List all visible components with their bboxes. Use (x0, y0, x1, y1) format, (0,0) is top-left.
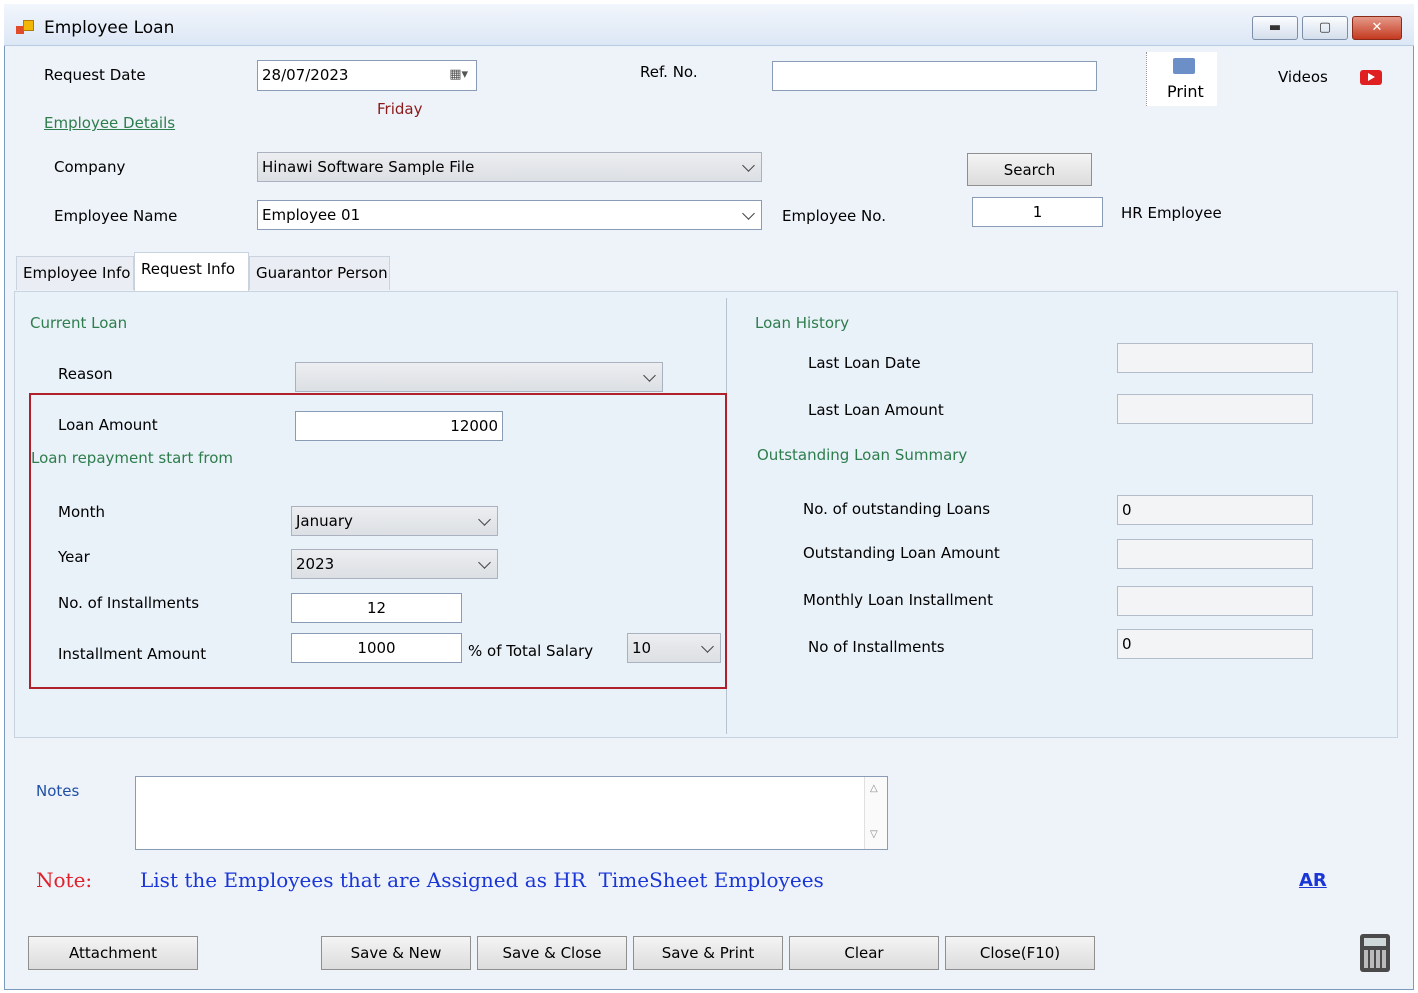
pct-total-salary-select[interactable]: 10 (627, 633, 721, 663)
installments-label: No. of Installments (58, 594, 200, 612)
last-loan-amount-field (1117, 394, 1313, 424)
num-outstanding-loans-label: No. of outstanding Loans (803, 500, 991, 518)
chevron-down-icon (643, 369, 656, 382)
calendar-dropdown-icon[interactable]: ▦▾ (449, 61, 468, 89)
month-value: January (296, 512, 353, 530)
pct-value: 10 (632, 639, 652, 657)
chevron-down-icon (742, 207, 755, 220)
note-text: List the Employees that are Assigned as … (140, 868, 824, 892)
attachment-button[interactable]: Attachment (28, 936, 198, 970)
hr-employee-label: HR Employee (1121, 204, 1222, 222)
print-label: Print (1167, 82, 1204, 101)
employee-name-label: Employee Name (54, 207, 178, 225)
company-select[interactable]: Hinawi Software Sample File (257, 152, 762, 182)
loan-amount-label: Loan Amount (58, 416, 158, 434)
close-window-button[interactable]: ✕ (1352, 16, 1402, 40)
month-select[interactable]: January (291, 506, 498, 536)
company-label: Company (54, 158, 126, 176)
ref-no-input[interactable] (772, 61, 1097, 91)
last-loan-amount-label: Last Loan Amount (808, 401, 944, 419)
year-select[interactable]: 2023 (291, 549, 498, 579)
outstanding-amount-field (1117, 539, 1313, 569)
reason-label: Reason (58, 365, 113, 383)
title-bar[interactable] (4, 4, 1414, 46)
day-name: Friday (377, 100, 423, 118)
maximize-button[interactable]: ▢ (1302, 16, 1348, 40)
save-close-button[interactable]: Save & Close (477, 936, 627, 970)
printer-icon (1173, 58, 1195, 74)
last-loan-date-label: Last Loan Date (808, 354, 921, 372)
loan-history-heading: Loan History (755, 314, 850, 332)
notes-label: Notes (36, 782, 80, 800)
monthly-installment-field (1117, 586, 1313, 616)
request-date-value: 28/07/2023 (262, 66, 349, 84)
repayment-heading: Loan repayment start from (31, 449, 234, 467)
window-title: Employee Loan (44, 18, 175, 38)
notes-textarea[interactable]: △ ▽ (135, 776, 888, 850)
employee-no-input[interactable]: 1 (972, 197, 1103, 227)
monthly-installment-label: Monthly Loan Installment (803, 591, 993, 609)
installments-input[interactable]: 12 (291, 593, 462, 623)
chevron-down-icon (742, 159, 755, 172)
chevron-up-icon[interactable]: △ (870, 783, 878, 794)
current-loan-heading: Current Loan (30, 314, 128, 332)
ref-no-label: Ref. No. (640, 63, 698, 81)
ar-link[interactable]: AR (1299, 870, 1327, 891)
loan-amount-input[interactable]: 12000 (295, 411, 503, 441)
minimize-button[interactable]: ▬ (1252, 16, 1298, 40)
minimize-icon: ▬ (1268, 20, 1282, 35)
save-new-button[interactable]: Save & New (321, 936, 471, 970)
close-icon: ✕ (1371, 20, 1383, 35)
installment-amount-label: Installment Amount (58, 645, 207, 663)
chevron-down-icon (478, 556, 491, 569)
last-loan-date-field (1117, 343, 1313, 373)
youtube-icon[interactable] (1360, 70, 1382, 85)
close-button[interactable]: Close(F10) (945, 936, 1095, 970)
outstanding-amount-label: Outstanding Loan Amount (803, 544, 1000, 562)
num-installments-label: No of Installments (808, 638, 945, 656)
chevron-down-icon (478, 513, 491, 526)
outstanding-summary-heading: Outstanding Loan Summary (757, 446, 968, 464)
year-label: Year (58, 548, 90, 566)
calculator-icon[interactable] (1360, 934, 1390, 972)
request-date-picker[interactable]: 28/07/2023 ▦▾ (257, 60, 477, 91)
tab-guarantor-person[interactable]: Guarantor Person (249, 256, 390, 290)
employee-name-value: Employee 01 (262, 206, 361, 224)
videos-label[interactable]: Videos (1278, 68, 1328, 86)
clear-button[interactable]: Clear (789, 936, 939, 970)
request-date-label: Request Date (44, 66, 146, 84)
month-label: Month (58, 503, 106, 521)
installment-amount-input[interactable]: 1000 (291, 633, 462, 663)
num-installments-field: 0 (1117, 629, 1313, 659)
save-print-button[interactable]: Save & Print (633, 936, 783, 970)
employee-details-link[interactable]: Employee Details (44, 114, 175, 132)
print-button[interactable]: Print (1146, 52, 1217, 106)
employee-name-select[interactable]: Employee 01 (257, 200, 762, 230)
search-button[interactable]: Search (967, 153, 1092, 186)
note-prefix: Note: (36, 868, 93, 892)
num-outstanding-loans-field: 0 (1117, 495, 1313, 525)
tab-employee-info[interactable]: Employee Info (16, 256, 134, 290)
pct-total-salary-label: % of Total Salary (468, 642, 594, 660)
maximize-icon: ▢ (1318, 20, 1332, 35)
company-value: Hinawi Software Sample File (262, 158, 475, 176)
employee-no-label: Employee No. (782, 207, 886, 225)
reason-select[interactable] (295, 362, 663, 392)
app-icon (16, 20, 34, 36)
year-value: 2023 (296, 555, 335, 573)
chevron-down-icon (701, 640, 714, 653)
notes-scrollbar[interactable]: △ ▽ (864, 777, 887, 849)
tab-request-info[interactable]: Request Info (134, 252, 249, 292)
chevron-down-icon[interactable]: ▽ (870, 829, 878, 840)
